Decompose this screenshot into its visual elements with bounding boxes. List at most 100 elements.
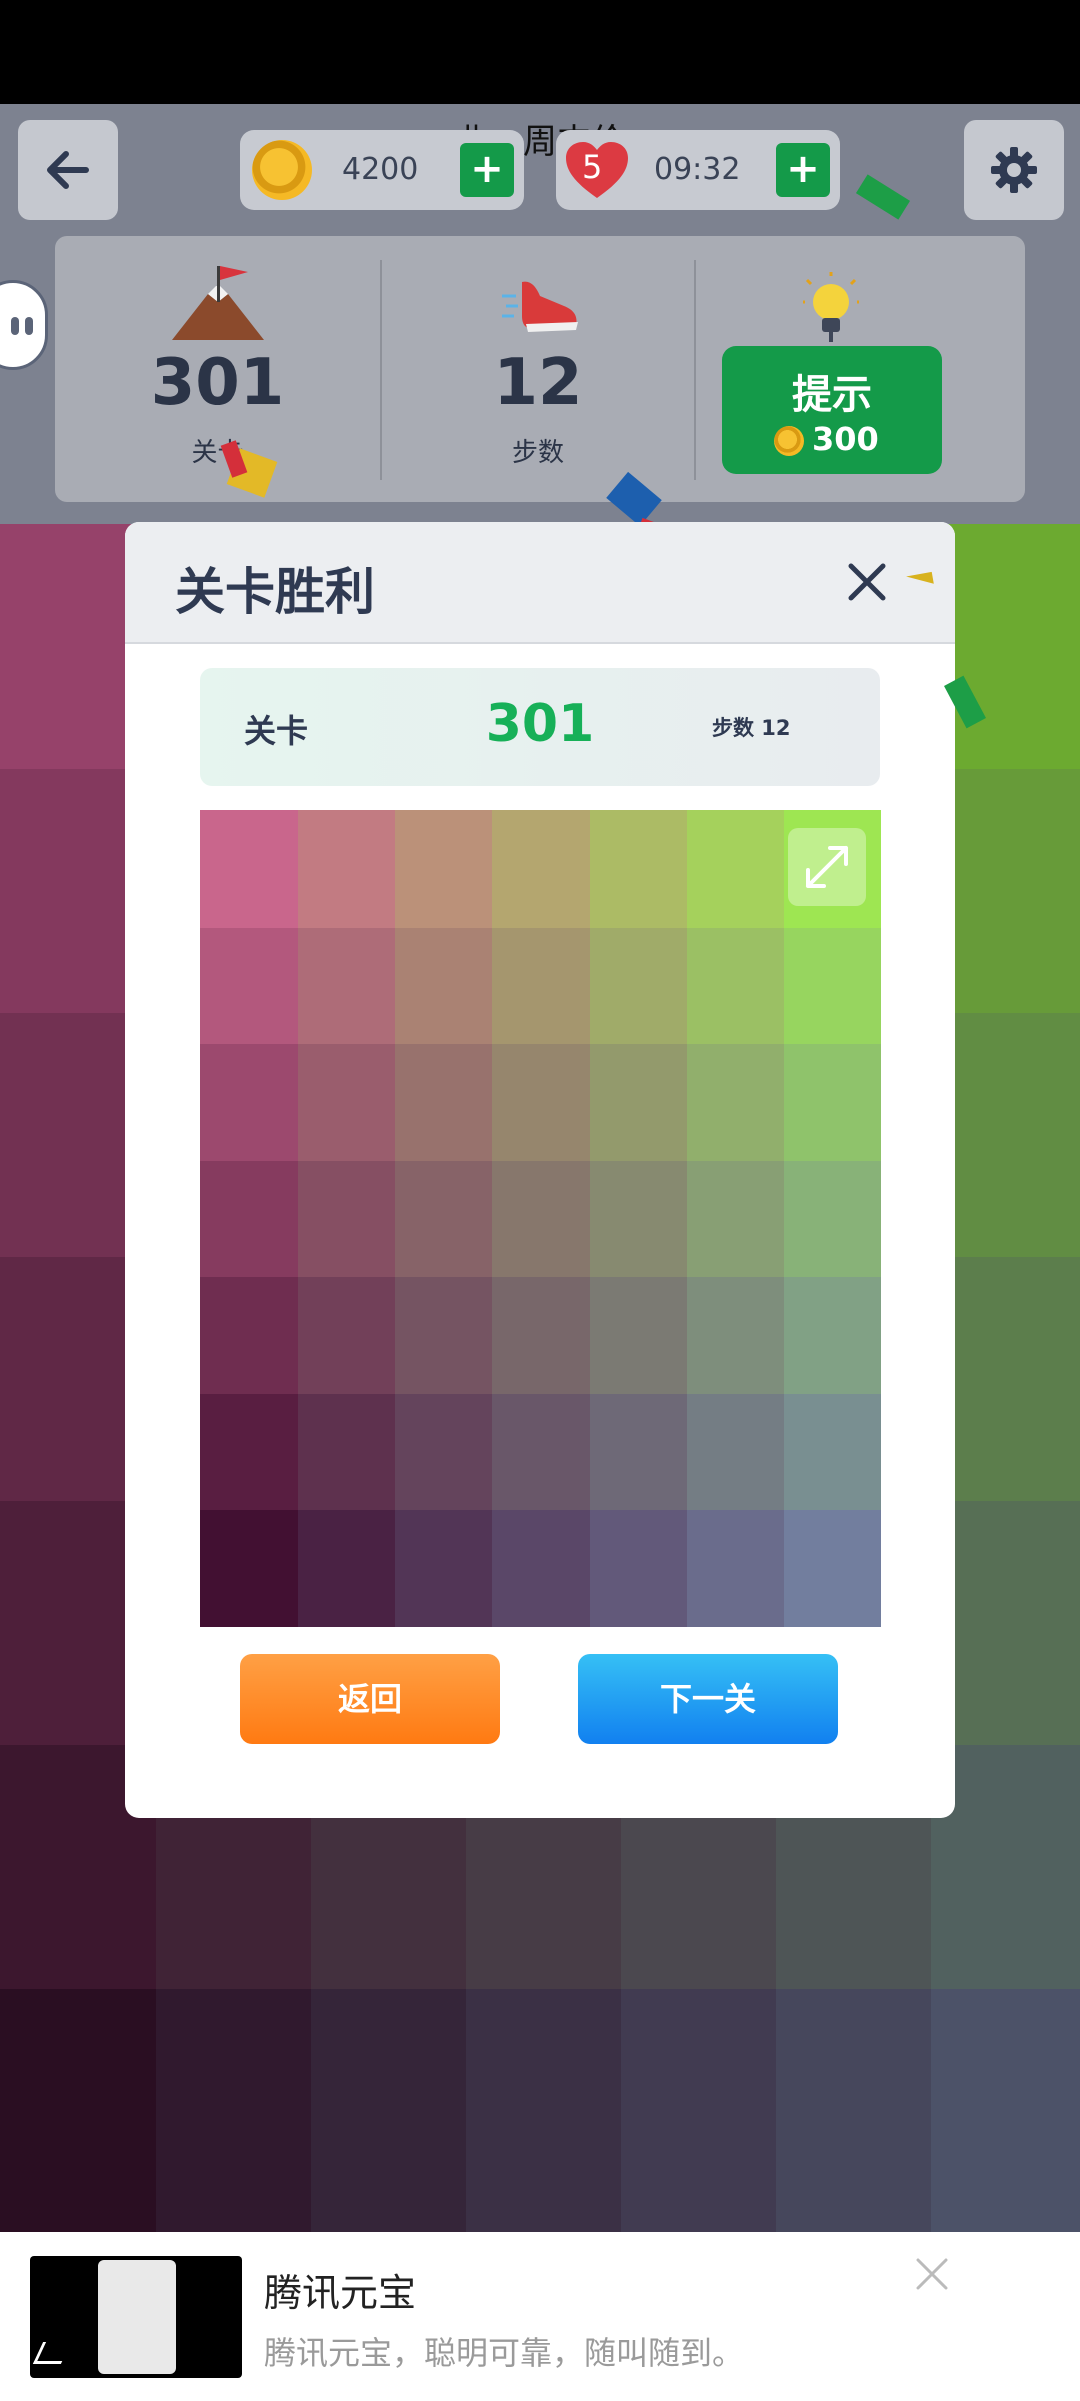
grid-tile [685,1392,784,1511]
grid-tile [310,1988,466,2232]
grid-tile [685,1276,784,1394]
add-lives-button[interactable]: + [776,143,830,197]
grid-tile [394,1509,493,1627]
grid-tile [491,1509,590,1627]
hint-label: 提示 [792,372,872,418]
grid-tile [491,1392,590,1511]
mountain-flag-icon [172,266,264,340]
level-label: 关卡 [191,438,244,468]
grid-tile [775,1988,931,2232]
coins-pill: 4200 + [240,130,524,210]
arrow-left-icon [47,151,89,189]
grid-tile [394,1392,493,1511]
grid-tile [394,926,493,1045]
grid-tile [297,810,396,928]
solved-puzzle-preview [200,810,881,1627]
grid-tile [297,1276,396,1394]
running-shoe-icon [502,281,578,332]
settings-button[interactable] [964,120,1064,220]
grid-tile [394,1276,493,1394]
grid-tile [620,1988,776,2232]
back-button[interactable] [18,120,118,220]
grid-tile [200,1159,299,1278]
grid-tile [297,1043,396,1161]
grid-tile [588,926,687,1045]
grid-tile [200,810,299,928]
grid-tile [782,1043,881,1161]
grid-tile [588,1509,687,1627]
confetti-piece [855,174,911,220]
grid-tile [588,1392,687,1511]
life-timer: 09:32 [654,152,741,187]
game-screen: 曲：周杰伦 4200 + 5 09:32 + 301 关卡 12 步数 提示 3… [0,104,1080,2232]
grid-tile [685,1159,784,1278]
grid-tile [588,1276,687,1394]
expand-icon [806,846,848,888]
grid-tile [491,1276,590,1394]
add-coins-button[interactable]: + [460,143,514,197]
lives-pill: 5 09:32 + [556,130,840,210]
grid-tile [491,1159,590,1278]
status-bar [0,0,1080,104]
ad-title: 腾讯元宝 [264,2271,417,2315]
ad-thumbnail [30,2256,242,2378]
steps-label: 步数 [511,438,564,468]
grid-tile [782,1159,881,1278]
ad-subtitle: 腾讯元宝，聪明可靠，随叫随到。 [264,2334,745,2372]
steps-stat: 12 步数 [382,236,694,502]
grid-tile [155,1988,311,2232]
grid-tile [685,1043,784,1161]
coin-icon [774,426,804,456]
hint-cost: 300 [774,420,879,458]
steps-summary: 步数 12 [712,716,791,740]
grid-tile [297,926,396,1045]
coin-icon [252,140,312,200]
confetti-piece [906,571,936,601]
grid-tile [782,1392,881,1511]
grid-tile [297,1509,396,1627]
grid-tile [200,1509,299,1627]
grid-tile [200,1043,299,1161]
grid-tile [930,1988,1080,2232]
coins-count: 4200 [342,152,419,187]
close-icon[interactable] [843,558,891,606]
grid-tile [685,1509,784,1627]
dialog-title: 关卡胜利 [175,563,375,621]
grid-tile [297,1159,396,1278]
grid-tile [782,1509,881,1627]
victory-dialog: 关卡胜利 关卡 301 步数 12 [125,522,955,1818]
grid-tile [685,810,784,928]
grid-tile [200,926,299,1045]
grid-tile [782,926,881,1045]
grid-tile [491,926,590,1045]
grid-tile [465,1988,621,2232]
level-number: 301 [150,346,285,420]
hint-button[interactable]: 提示 300 [722,346,942,474]
stats-panel: 301 关卡 12 步数 提示 300 [55,236,1025,502]
lives-count: 5 [582,148,603,186]
lightbulb-icon [803,272,859,342]
hint-cost-value: 300 [812,420,879,458]
steps-number: 12 [493,346,583,420]
expand-button[interactable] [788,828,866,906]
dialog-header: 关卡胜利 [125,522,955,644]
ad-close-icon[interactable] [914,2256,950,2292]
level-stat: 301 关卡 [55,236,380,502]
grid-tile [491,1043,590,1161]
grid-tile [782,1276,881,1394]
ad-banner[interactable]: 腾讯元宝 腾讯元宝，聪明可靠，随叫随到。 [0,2232,1080,2401]
grid-tile [200,1276,299,1394]
next-level-button[interactable]: 下一关 [578,1654,838,1744]
gear-icon [991,147,1037,193]
level-summary: 关卡 301 步数 12 [200,668,880,786]
grid-tile [297,1392,396,1511]
grid-tile [588,1159,687,1278]
grid-tile [588,1043,687,1161]
grid-tile [685,926,784,1045]
floating-assistant[interactable] [0,280,48,370]
divider [694,260,696,480]
grid-tile [491,810,590,928]
return-button[interactable]: 返回 [240,1654,500,1744]
grid-tile [394,1159,493,1278]
grid-tile [588,810,687,928]
